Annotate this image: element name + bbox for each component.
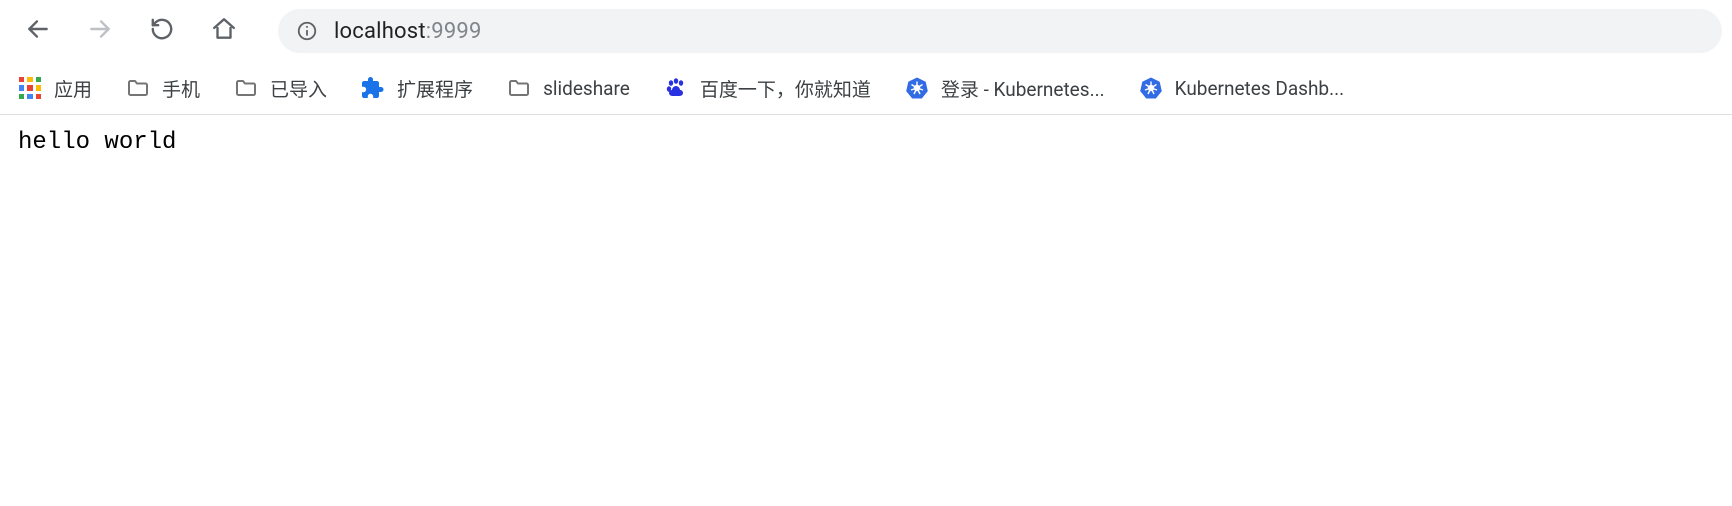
home-icon: [211, 16, 237, 46]
page-body: hello world: [0, 115, 1732, 170]
url-text: localhost:9999: [334, 19, 482, 44]
folder-icon: [126, 76, 150, 100]
bookmark-label: 已导入: [270, 75, 327, 102]
page-text: hello world: [18, 129, 176, 156]
kubernetes-icon: [1139, 76, 1163, 100]
url-port: :9999: [426, 19, 482, 44]
bookmark-label: 手机: [162, 75, 200, 102]
folder-icon: [507, 76, 531, 100]
bookmark-label: 百度一下，你就知道: [700, 75, 871, 102]
kubernetes-icon: [905, 76, 929, 100]
arrow-right-icon: [87, 16, 113, 46]
bookmark-label: 登录 - Kubernetes...: [941, 75, 1105, 102]
bookmark-phone-folder[interactable]: 手机: [126, 75, 200, 102]
apps-grid-icon: [18, 76, 42, 100]
bookmark-label: 扩展程序: [397, 75, 473, 102]
bookmark-extensions[interactable]: 扩展程序: [361, 75, 473, 102]
extension-icon: [361, 76, 385, 100]
bookmark-slideshare-folder[interactable]: slideshare: [507, 76, 630, 100]
bookmarks-bar: 应用 手机 已导入 扩展程序 slideshar: [0, 62, 1732, 115]
bookmark-imported-folder[interactable]: 已导入: [234, 75, 327, 102]
site-info-icon[interactable]: [296, 20, 318, 42]
bookmark-label: Kubernetes Dashb...: [1175, 77, 1345, 100]
baidu-icon: [664, 76, 688, 100]
folder-icon: [234, 76, 258, 100]
bookmark-k8s-dashboard[interactable]: Kubernetes Dashb...: [1139, 76, 1345, 100]
arrow-left-icon: [25, 16, 51, 46]
bookmark-k8s-login[interactable]: 登录 - Kubernetes...: [905, 75, 1105, 102]
bookmark-baidu[interactable]: 百度一下，你就知道: [664, 75, 871, 102]
bookmark-label: slideshare: [543, 77, 630, 100]
bookmark-label: 应用: [54, 75, 92, 102]
address-bar[interactable]: localhost:9999: [278, 9, 1722, 53]
url-host: localhost: [334, 19, 426, 44]
forward-button[interactable]: [84, 15, 116, 47]
back-button[interactable]: [22, 15, 54, 47]
reload-button[interactable]: [146, 15, 178, 47]
nav-button-group: [22, 15, 240, 47]
browser-toolbar: localhost:9999: [0, 0, 1732, 62]
bookmark-apps[interactable]: 应用: [18, 75, 92, 102]
reload-icon: [149, 16, 175, 46]
home-button[interactable]: [208, 15, 240, 47]
